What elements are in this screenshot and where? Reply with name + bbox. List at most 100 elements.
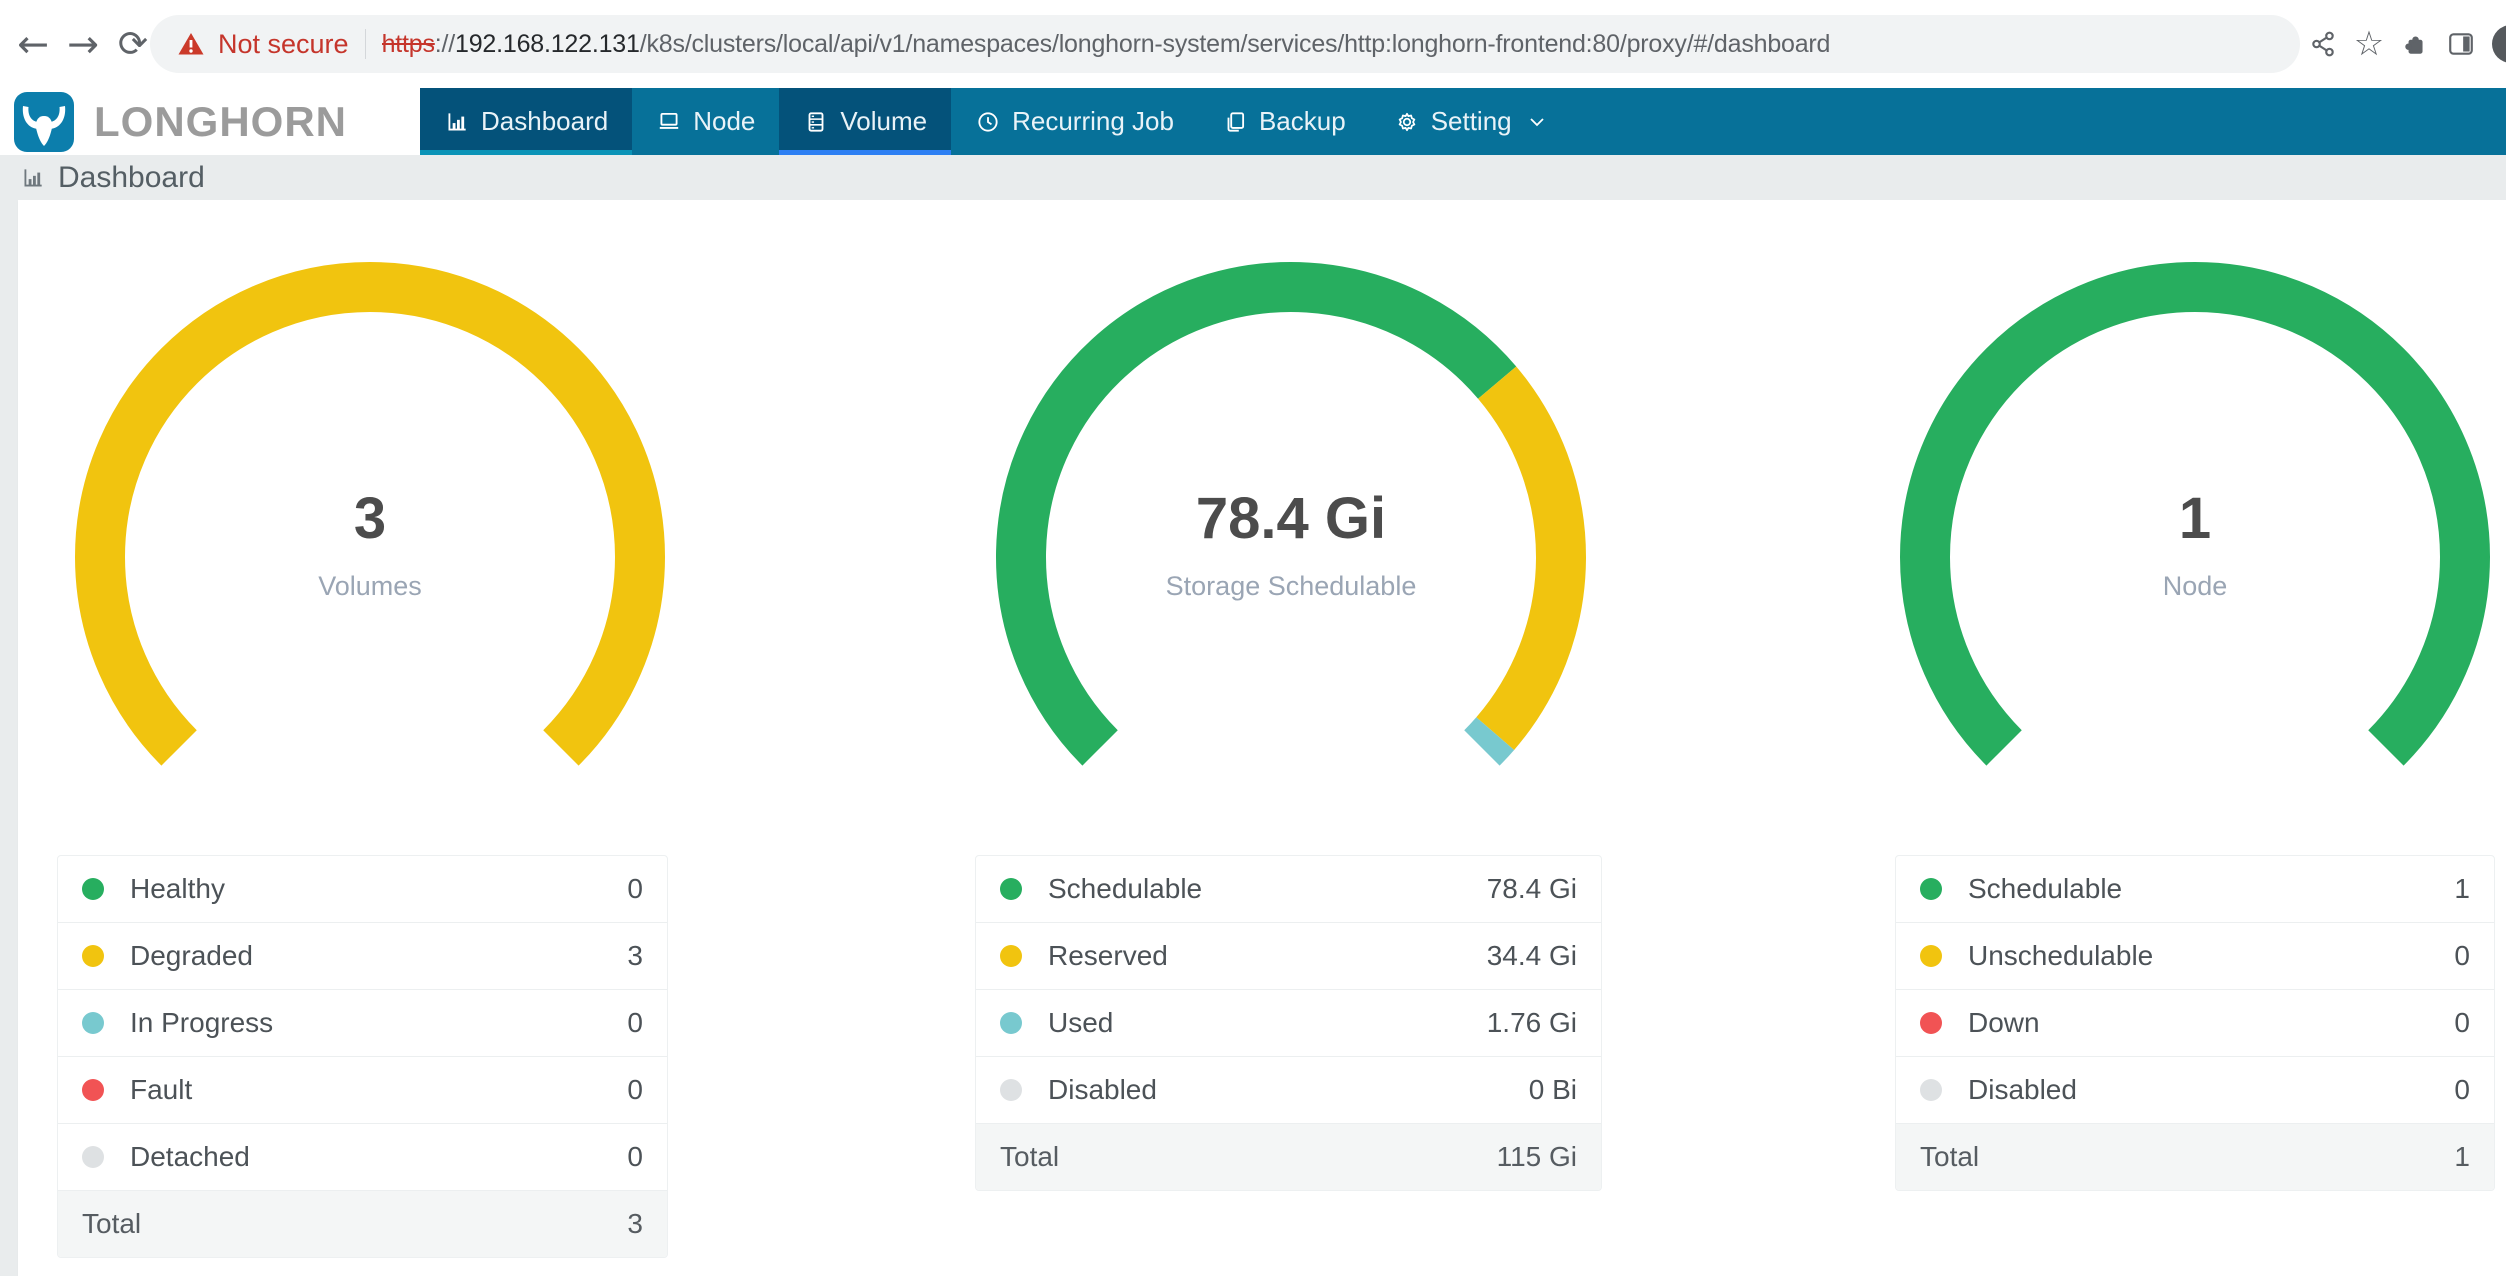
dashboard-icon	[20, 165, 46, 191]
url-path: /k8s/clusters/local/api/v1/namespaces/lo…	[640, 30, 1831, 58]
clock-icon	[975, 109, 1001, 135]
tab-label: Dashboard	[481, 106, 608, 137]
storage-legend-table: Schedulable78.4 GiReserved34.4 GiUsed1.7…	[975, 855, 1602, 1191]
status-dot	[1920, 1012, 1942, 1034]
legend-label: Unschedulable	[1968, 940, 2454, 972]
status-dot	[1920, 945, 1942, 967]
tab-label: Backup	[1259, 106, 1346, 137]
status-dot	[1000, 945, 1022, 967]
legend-row: Unschedulable0	[1896, 922, 2494, 989]
breadcrumb: Dashboard	[0, 155, 205, 200]
not-secure-label: Not secure	[218, 29, 349, 60]
legend-total-row: Total115 Gi	[976, 1123, 1601, 1190]
legend-value: 0	[627, 873, 643, 905]
url-text: https://192.168.122.131/k8s/clusters/loc…	[382, 30, 1831, 59]
storage-gauge: 78.4 Gi Storage Schedulable	[961, 227, 1621, 887]
legend-row: Disabled0	[1896, 1056, 2494, 1123]
tab-backup[interactable]: Backup	[1198, 88, 1370, 155]
status-dot	[1000, 878, 1022, 900]
legend-row: Reserved34.4 Gi	[976, 922, 1601, 989]
legend-label: Reserved	[1048, 940, 1487, 972]
legend-value: 0	[2454, 940, 2470, 972]
volumes-legend-table: Healthy0Degraded3In Progress0Fault0Detac…	[57, 855, 668, 1258]
app-navbar: LONGHORN Dashboard Node	[0, 88, 2506, 155]
status-dot	[82, 1146, 104, 1168]
bookmark-star-button[interactable]: ☆	[2346, 0, 2392, 88]
legend-row: Schedulable78.4 Gi	[976, 856, 1601, 922]
gauge-segment	[1482, 734, 1495, 748]
dashboard-card: 3 Volumes 78.4 Gi Storage Schedulable 1 …	[18, 200, 2506, 1276]
tab-recurring-job[interactable]: Recurring Job	[951, 88, 1198, 155]
legend-row: Detached0	[58, 1123, 667, 1190]
legend-value: 0	[627, 1074, 643, 1106]
legend-label: In Progress	[130, 1007, 627, 1039]
nav-tabs: Dashboard Node Volume Rec	[420, 88, 1573, 155]
legend-value: 0	[2454, 1007, 2470, 1039]
gauge-value: 78.4 Gi	[961, 489, 1621, 549]
legend-value: 1.76 Gi	[1487, 1007, 1577, 1039]
share-button[interactable]	[2300, 0, 2346, 88]
gear-icon	[1394, 109, 1420, 135]
extensions-button[interactable]	[2392, 0, 2438, 88]
brand-name: LONGHORN	[94, 98, 347, 146]
profile-avatar[interactable]	[2492, 25, 2506, 63]
forward-button[interactable]: →	[58, 0, 108, 88]
status-dot	[1920, 878, 1942, 900]
screen: ← → ⟳ Not secure https://192.168.122.131…	[0, 0, 2506, 1276]
legend-total-row: Total1	[1896, 1123, 2494, 1190]
legend-value: 78.4 Gi	[1487, 873, 1577, 905]
legend-total-row: Total3	[58, 1190, 667, 1257]
tab-label: Setting	[1431, 106, 1512, 137]
side-panel-button[interactable]	[2438, 0, 2484, 88]
tab-label: Node	[693, 106, 755, 137]
legend-row: Healthy0	[58, 856, 667, 922]
address-bar[interactable]: Not secure https://192.168.122.131/k8s/c…	[150, 15, 2300, 73]
status-dot	[1000, 1012, 1022, 1034]
longhorn-brand: LONGHORN	[0, 88, 420, 155]
total-value: 3	[627, 1208, 643, 1240]
legend-label: Healthy	[130, 873, 627, 905]
backup-icon	[1222, 109, 1248, 135]
gauge-label: Storage Schedulable	[961, 571, 1621, 602]
gauge-value: 3	[40, 489, 700, 549]
longhorn-logo-icon	[14, 92, 74, 152]
legend-label: Detached	[130, 1141, 627, 1173]
gauge-label: Node	[1865, 571, 2506, 602]
tab-label: Recurring Job	[1012, 106, 1174, 137]
tab-node[interactable]: Node	[632, 88, 779, 155]
total-label: Total	[1000, 1141, 1497, 1173]
total-value: 1	[2454, 1141, 2470, 1173]
volumes-gauge: 3 Volumes	[40, 227, 700, 887]
chevron-down-icon	[1525, 110, 1549, 134]
tab-label: Volume	[840, 106, 927, 137]
browser-actions: ☆	[2300, 0, 2506, 88]
tab-dashboard[interactable]: Dashboard	[420, 88, 632, 155]
legend-row: Schedulable1	[1896, 856, 2494, 922]
gauge-center-text: 1 Node	[1865, 489, 2506, 602]
legend-value: 0 Bi	[1529, 1074, 1577, 1106]
dashboard-icon	[444, 109, 470, 135]
legend-label: Fault	[130, 1074, 627, 1106]
legend-value: 34.4 Gi	[1487, 940, 1577, 972]
node-icon	[656, 109, 682, 135]
page-title: Dashboard	[58, 161, 205, 195]
legend-value: 0	[2454, 1074, 2470, 1106]
legend-row: Disabled0 Bi	[976, 1056, 1601, 1123]
status-dot	[1920, 1079, 1942, 1101]
legend-row: Degraded3	[58, 922, 667, 989]
total-value: 115 Gi	[1497, 1141, 1577, 1173]
legend-label: Schedulable	[1048, 873, 1487, 905]
status-dot	[82, 1079, 104, 1101]
total-label: Total	[1920, 1141, 2454, 1173]
legend-row: Down0	[1896, 989, 2494, 1056]
back-button[interactable]: ←	[8, 0, 58, 88]
gauge-center-text: 3 Volumes	[40, 489, 700, 602]
tab-setting[interactable]: Setting	[1370, 88, 1573, 155]
status-dot	[1000, 1079, 1022, 1101]
node-legend-table: Schedulable1Unschedulable0Down0Disabled0…	[1895, 855, 2495, 1191]
legend-row: Fault0	[58, 1056, 667, 1123]
status-dot	[82, 945, 104, 967]
legend-value: 0	[627, 1141, 643, 1173]
url-separator: ://	[435, 30, 455, 58]
tab-volume[interactable]: Volume	[779, 88, 951, 155]
